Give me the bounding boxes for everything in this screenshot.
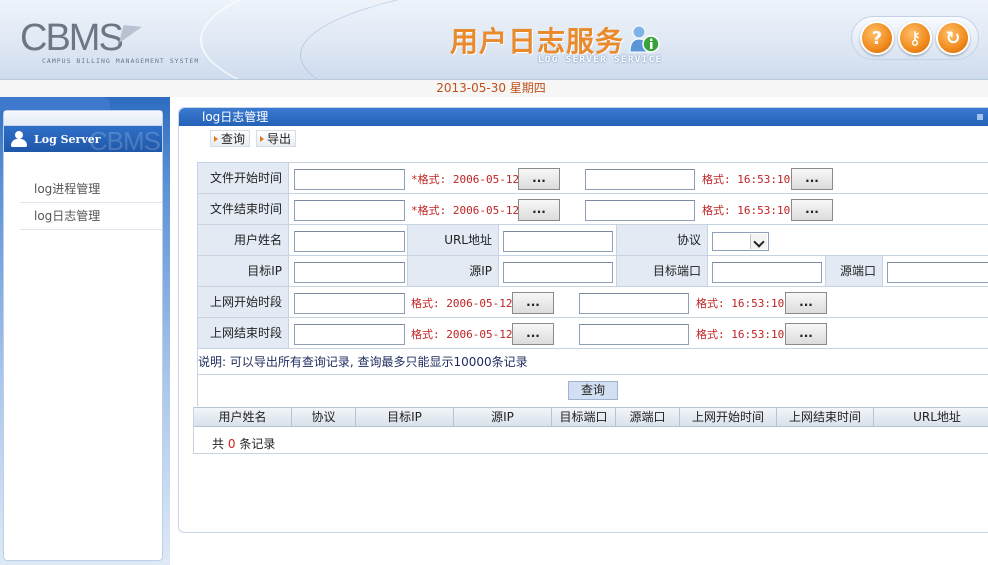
panel-title-text: log日志管理 (202, 110, 269, 124)
column-header-url[interactable]: URL地址 (874, 408, 988, 426)
toolbar-query-button[interactable]: 查询 (210, 130, 251, 147)
sidebar-header: Log Server CBMS (4, 126, 162, 152)
column-header-protocol[interactable]: 协议 (292, 408, 356, 426)
password-button[interactable]: ⚷ (898, 21, 932, 55)
sidebar-item-log-process[interactable]: log进程管理 (20, 176, 162, 203)
sidebar-menu: log进程管理 log日志管理 (4, 176, 162, 230)
file-start-date-hint: *格式: 2006-05-12 (411, 173, 520, 186)
online-start-time-input[interactable] (579, 293, 689, 314)
file-end-label: 文件结束时间 (197, 194, 289, 224)
file-end-date-picker-button[interactable]: ... (518, 199, 560, 221)
online-start-date-hint: 格式: 2006-05-12 (411, 297, 513, 310)
file-end-time-picker-button[interactable]: ... (791, 199, 833, 221)
form-row-network: 目标IP 源IP 目标端口 源端口 (197, 255, 988, 286)
query-row: 查询 (197, 374, 988, 406)
panel-corner-icon (977, 114, 983, 120)
dest-ip-label: 目标IP (197, 256, 289, 286)
url-input[interactable] (503, 231, 613, 252)
panel-title: log日志管理 (179, 108, 988, 126)
file-end-time-hint: 格式: 16:53:10 (702, 204, 791, 217)
file-start-time-picker-button[interactable]: ... (791, 168, 833, 190)
record-count-value: 0 (227, 437, 236, 451)
online-start-date-input[interactable] (294, 293, 405, 314)
toolbar-export-button[interactable]: 导出 (256, 130, 297, 147)
username-label: 用户姓名 (197, 225, 289, 255)
query-button[interactable]: 查询 (568, 381, 618, 400)
online-end-date-picker-button[interactable]: ... (512, 323, 554, 345)
online-end-time-input[interactable] (579, 324, 689, 345)
dest-ip-input[interactable] (294, 262, 405, 283)
form-row-online-start: 上网开始时段 格式: 2006-05-12 ... 格式: 16:53:10 .… (197, 286, 988, 317)
form-row-file-end: 文件结束时间 *格式: 2006-05-12 ... 格式: 16:53:10 … (197, 193, 988, 224)
record-count-prefix: 共 (212, 437, 225, 451)
current-date: 2013-05-30 星期四 (436, 81, 546, 95)
column-header-dest-port[interactable]: 目标端口 (552, 408, 616, 426)
form-row-online-end: 上网结束时段 格式: 2006-05-12 ... 格式: 16:53:10 .… (197, 317, 988, 348)
src-ip-label: 源IP (407, 256, 499, 286)
cbms-logo: CBMS CAMPUS BILLING MANAGEMENT SYSTEM (20, 17, 198, 65)
app-header: CBMS CAMPUS BILLING MANAGEMENT SYSTEM 用户… (0, 0, 988, 80)
file-start-date-picker-button[interactable]: ... (518, 168, 560, 190)
form-row-file-start: 文件开始时间 *格式: 2006-05-12 ... 格式: 16:53:10 … (197, 162, 988, 193)
column-header-online-start[interactable]: 上网开始时间 (680, 408, 777, 426)
online-start-date-picker-button[interactable]: ... (512, 292, 554, 314)
query-note: 说明: 可以导出所有查询记录, 查询最多只能显示10000条记录 (197, 348, 988, 374)
record-count-suffix: 条记录 (239, 437, 276, 451)
column-header-src-ip[interactable]: 源IP (454, 408, 552, 426)
record-count: 共 0 条记录 (212, 435, 275, 452)
column-header-src-port[interactable]: 源端口 (616, 408, 680, 426)
key-icon: ⚷ (908, 27, 922, 49)
logout-button[interactable]: ↻ (936, 21, 970, 55)
sidebar-tab (0, 97, 110, 111)
logout-icon: ↻ (945, 27, 961, 49)
file-end-date-input[interactable] (294, 200, 405, 221)
online-end-time-picker-button[interactable]: ... (785, 323, 827, 345)
file-end-date-hint: *格式: 2006-05-12 (411, 204, 520, 217)
logo-text: CBMS (20, 17, 124, 59)
help-button[interactable]: ? (860, 21, 894, 55)
user-icon (10, 130, 28, 148)
sidebar-watermark: CBMS (88, 126, 161, 152)
online-end-date-input[interactable] (294, 324, 405, 345)
online-end-label: 上网结束时段 (197, 318, 289, 348)
user-info-icon (629, 25, 660, 53)
logo-subtitle: CAMPUS BILLING MANAGEMENT SYSTEM (42, 57, 200, 65)
dest-port-label: 目标端口 (616, 256, 708, 286)
app-title: 用户日志服务 (450, 25, 625, 58)
dest-port-input[interactable] (712, 262, 822, 283)
column-header-dest-ip[interactable]: 目标IP (356, 408, 454, 426)
file-start-date-input[interactable] (294, 169, 405, 190)
main-panel: log日志管理 查询 导出 文件开始时间 *格式: 2006-05-12 ...… (178, 107, 988, 533)
online-start-label: 上网开始时段 (197, 287, 289, 317)
column-header-username[interactable]: 用户姓名 (194, 408, 292, 426)
results-table: 用户姓名 协议 目标IP 源IP 目标端口 源端口 上网开始时间 上网结束时间 … (193, 407, 988, 454)
online-end-date-hint: 格式: 2006-05-12 (411, 328, 513, 341)
online-start-time-picker-button[interactable]: ... (785, 292, 827, 314)
toolbar: 查询 导出 (210, 130, 297, 147)
src-port-input[interactable] (887, 262, 988, 283)
file-start-time-input[interactable] (585, 169, 695, 190)
online-end-time-hint: 格式: 16:53:10 (696, 328, 785, 341)
header-button-group: ? ⚷ ↻ (851, 16, 979, 60)
file-end-time-input[interactable] (585, 200, 695, 221)
protocol-label: 协议 (616, 225, 708, 255)
file-start-time-hint: 格式: 16:53:10 (702, 173, 791, 186)
online-start-time-hint: 格式: 16:53:10 (696, 297, 785, 310)
src-ip-input[interactable] (503, 262, 613, 283)
protocol-select[interactable] (712, 232, 769, 251)
sidebar-top (4, 111, 162, 126)
src-port-label: 源端口 (825, 256, 883, 286)
username-input[interactable] (294, 231, 405, 252)
url-label: URL地址 (407, 225, 499, 255)
column-header-online-end[interactable]: 上网结束时间 (777, 408, 874, 426)
chevron-down-icon (750, 234, 767, 249)
help-icon: ? (871, 27, 883, 49)
app-subtitle: LOG SERVER SERVICE (538, 55, 663, 65)
sidebar: Log Server CBMS log进程管理 log日志管理 (3, 110, 163, 561)
file-start-label: 文件开始时间 (197, 163, 289, 193)
results-table-header: 用户姓名 协议 目标IP 源IP 目标端口 源端口 上网开始时间 上网结束时间 … (194, 407, 988, 427)
sidebar-item-log-management[interactable]: log日志管理 (20, 203, 162, 230)
date-bar: 2013-05-30 星期四 (0, 80, 988, 97)
form-row-user: 用户姓名 URL地址 协议 (197, 224, 988, 255)
